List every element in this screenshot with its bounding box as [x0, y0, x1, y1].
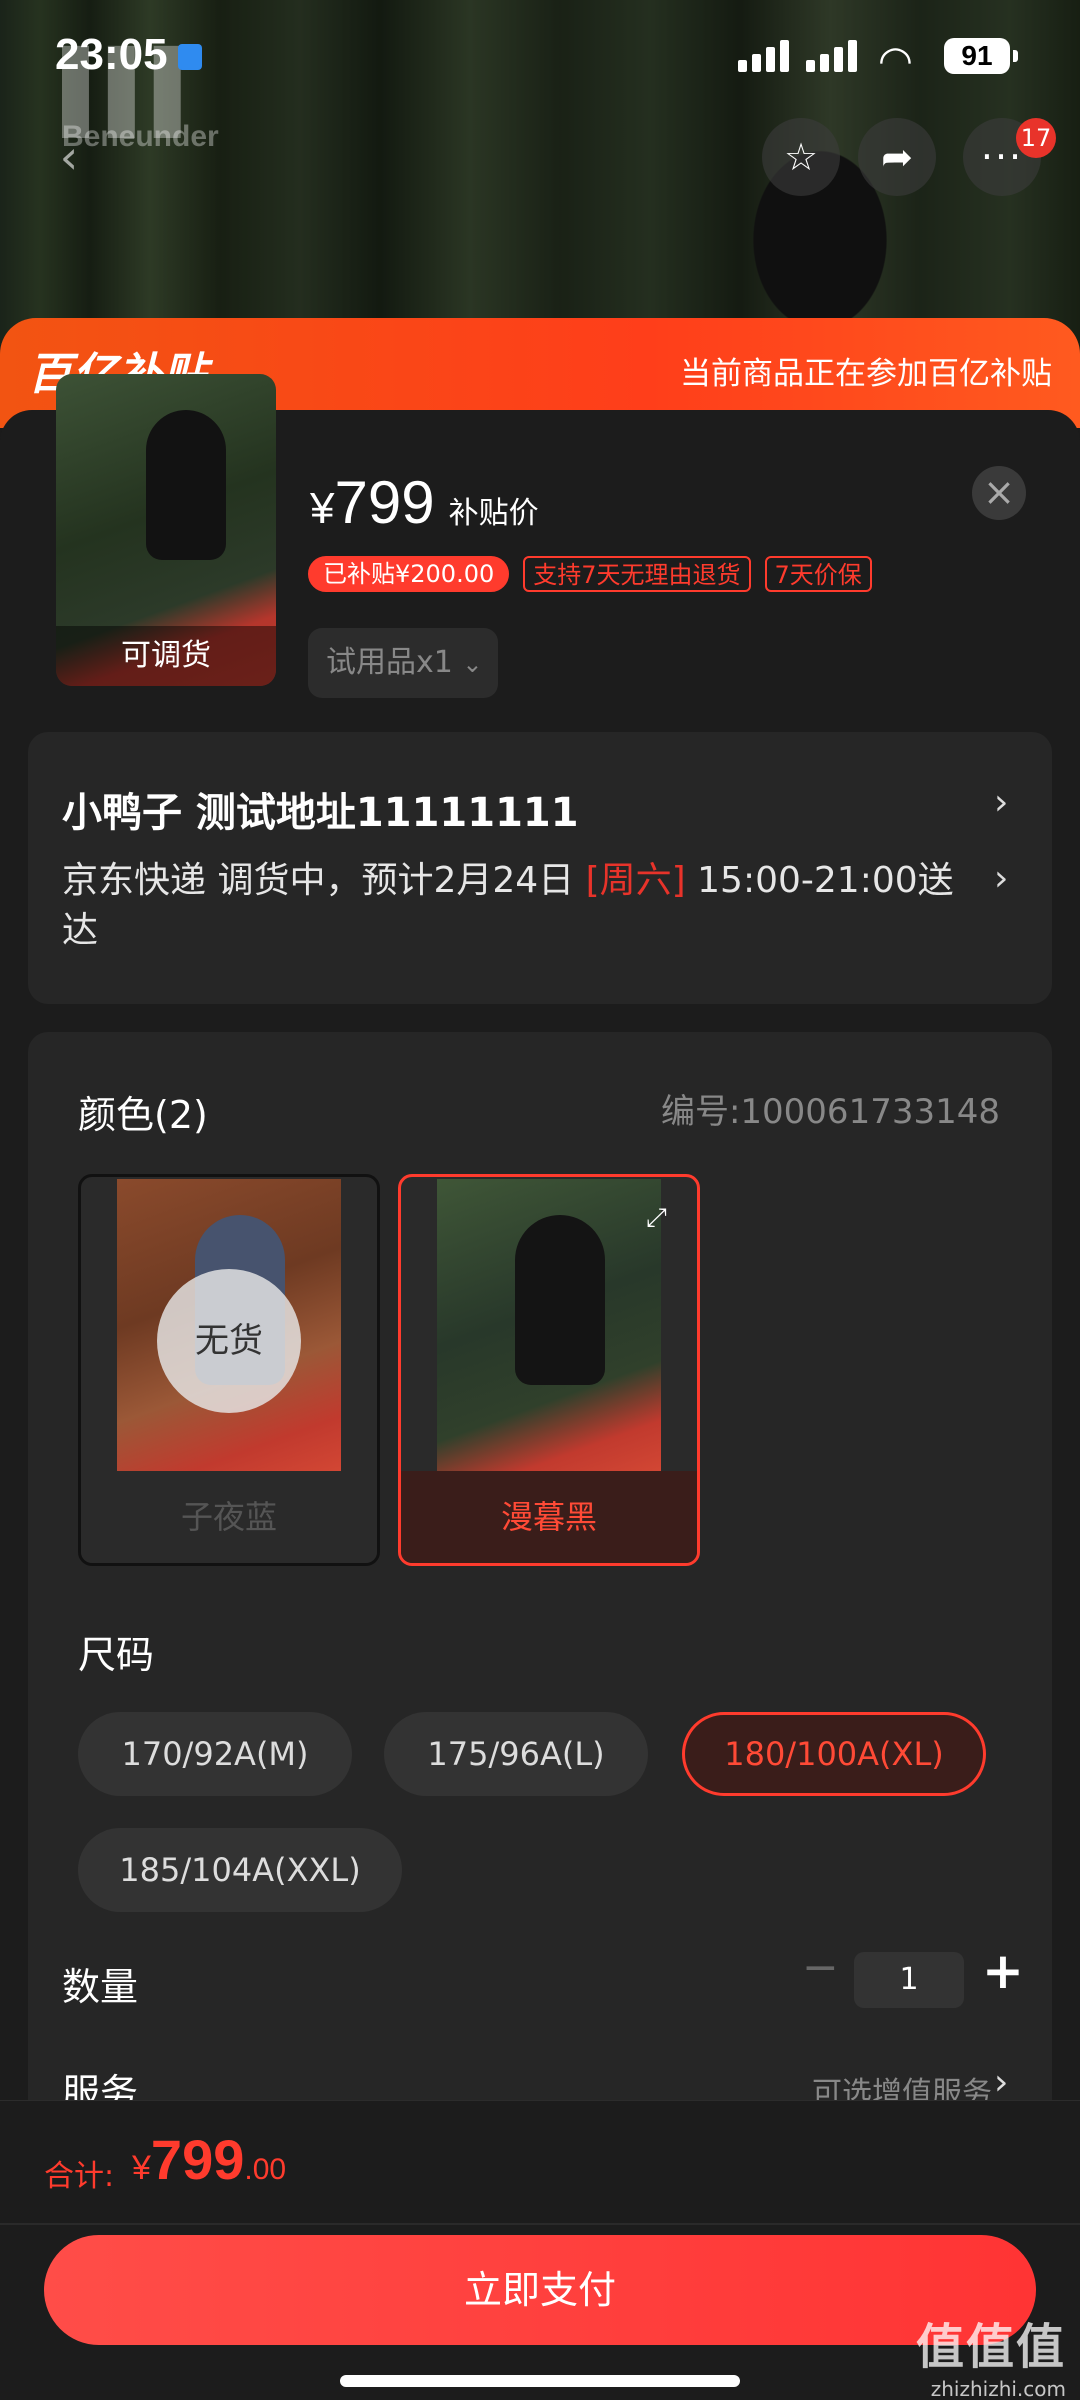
- wifi-icon: ◠: [878, 38, 913, 84]
- price-protect-tag: 7天价保: [764, 556, 872, 592]
- total-price: ¥799.00: [132, 2128, 287, 2191]
- share-icon[interactable]: ➦: [858, 118, 936, 196]
- quantity-title: 数量: [62, 1965, 139, 2009]
- size-title: 尺码: [78, 1633, 155, 1677]
- chevron-right-icon: ›: [994, 2062, 1009, 2103]
- chevron-down-icon: ⌄: [462, 650, 483, 678]
- options-card: 颜色(2) 编号:100061733148 无货 子夜蓝 ⤢ 漫暮黑 尺码 17…: [28, 1032, 1052, 2122]
- status-time: 23:05: [55, 30, 168, 79]
- notification-badge: 17: [1016, 118, 1056, 158]
- price-symbol: ¥: [310, 484, 335, 533]
- checkout-bar: 合计: ¥799.00 立即支付 值值值 zhizhizhi.com: [0, 2100, 1080, 2400]
- minus-icon[interactable]: −: [802, 1942, 839, 1993]
- delivery-estimate: 京东快递 调货中，预计2月24日 [周六] 15:00-21:00送达: [62, 860, 954, 951]
- price-row: ¥ 799 补贴价: [310, 468, 539, 537]
- plus-icon[interactable]: +: [982, 1942, 1024, 2000]
- out-of-stock-badge: 无货: [157, 1269, 301, 1413]
- sku-code: 编号:100061733148: [660, 1092, 1000, 1132]
- chevron-right-icon: ›: [994, 858, 1009, 899]
- product-thumbnail[interactable]: 可调货: [56, 374, 276, 686]
- size-option-xl[interactable]: 180/100A(XL): [682, 1712, 986, 1796]
- color-label: 子夜蓝: [81, 1471, 377, 1563]
- price-value: 799: [334, 469, 435, 536]
- size-option-m[interactable]: 170/92A(M): [78, 1712, 352, 1796]
- site-watermark: 值值值 zhizhizhi.com: [915, 2319, 1066, 2400]
- total-label: 合计:: [44, 2159, 115, 2194]
- thumbnail-status: 可调货: [56, 626, 276, 686]
- chevron-right-icon: ›: [994, 782, 1009, 823]
- color-title: 颜色(2): [78, 1093, 208, 1137]
- battery-icon: 91: [944, 38, 1018, 74]
- status-bar: 23:05 ◠ 91: [0, 0, 1080, 110]
- close-icon[interactable]: ×: [972, 466, 1026, 520]
- cellular-signal-icon-2: [806, 40, 858, 72]
- color-label: 漫暮黑: [401, 1471, 697, 1563]
- notification-icon: [178, 44, 202, 70]
- cellular-signal-icon: [738, 40, 790, 72]
- trial-item-selector[interactable]: 试用品x1 ⌄: [308, 628, 498, 698]
- subsidy-tag: 已补贴¥200.00: [308, 556, 510, 592]
- promo-text: 当前商品正在参加百亿补贴: [680, 356, 1052, 392]
- back-icon[interactable]: ‹: [30, 118, 108, 196]
- pay-now-button[interactable]: 立即支付: [44, 2235, 1036, 2345]
- shipping-address: 小鸭子 测试地址11111111: [62, 790, 579, 836]
- home-indicator[interactable]: [340, 2375, 740, 2387]
- expand-icon[interactable]: ⤢: [646, 1203, 667, 1234]
- address-card[interactable]: 小鸭子 测试地址11111111 › 京东快递 调货中，预计2月24日 [周六]…: [28, 732, 1052, 1004]
- product-tags: 已补贴¥200.00 支持7天无理由退货 7天价保: [308, 556, 872, 592]
- size-option-l[interactable]: 175/96A(L): [384, 1712, 648, 1796]
- quantity-stepper[interactable]: 1: [854, 1952, 964, 2008]
- star-icon[interactable]: ☆: [762, 118, 840, 196]
- color-option-dusk-black[interactable]: ⤢ 漫暮黑: [398, 1174, 700, 1566]
- price-label: 补贴价: [448, 496, 539, 531]
- color-option-midnight-blue[interactable]: 无货 子夜蓝: [78, 1174, 380, 1566]
- return-policy-tag: 支持7天无理由退货: [523, 556, 751, 592]
- size-option-xxl[interactable]: 185/104A(XXL): [78, 1828, 402, 1912]
